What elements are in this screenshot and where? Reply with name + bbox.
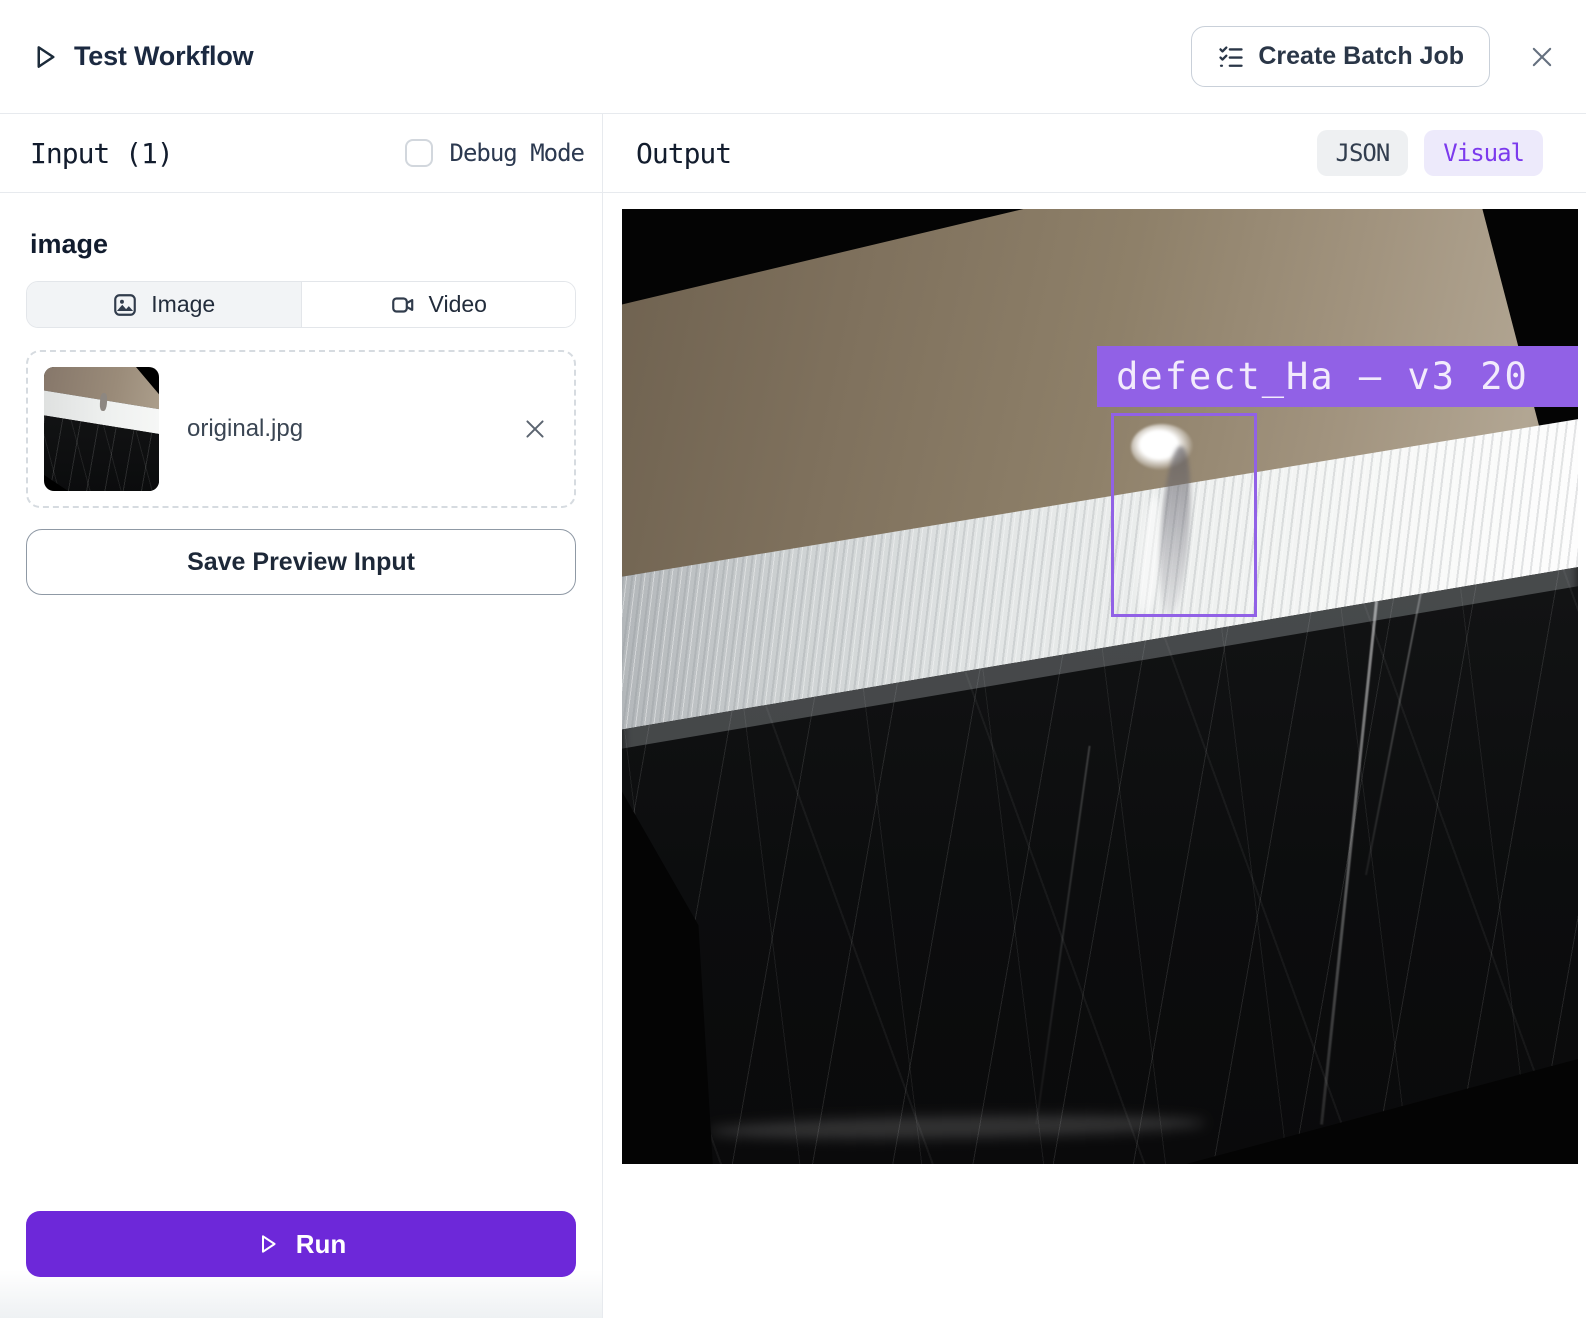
run-button-label: Run [296, 1229, 347, 1260]
input-panel-body: image Image Video [0, 229, 602, 595]
main-split: Input (1) Debug Mode image Image Video [0, 114, 1586, 1318]
run-area: Run [0, 1191, 602, 1318]
list-check-icon [1217, 43, 1245, 71]
tab-video-label: Video [429, 291, 487, 318]
output-panel: Output JSON Visual [603, 114, 1586, 1318]
save-preview-input-button[interactable]: Save Preview Input [26, 529, 576, 595]
debug-mode-label: Debug Mode [450, 139, 585, 167]
header: Test Workflow Create Batch Job [0, 0, 1586, 114]
test-workflow-panel: Test Workflow Create Batch Job Input (1)… [0, 0, 1586, 1318]
run-play-icon [256, 1232, 280, 1256]
toggle-json[interactable]: JSON [1317, 130, 1409, 176]
output-view-toggle: JSON Visual [1317, 130, 1544, 176]
output-panel-header: Output JSON Visual [603, 114, 1586, 193]
tab-image-label: Image [151, 291, 215, 318]
file-name: original.jpg [187, 415, 522, 443]
detection-label: defect_Ha — v3 20 [1097, 346, 1578, 407]
page-title: Test Workflow [74, 41, 253, 72]
tab-image[interactable]: Image [27, 282, 301, 327]
toggle-visual[interactable]: Visual [1424, 130, 1543, 176]
input-image-thumbnail [44, 367, 159, 491]
debug-mode-toggle[interactable]: Debug Mode [405, 139, 585, 167]
scratch-smudge [708, 1112, 1205, 1143]
input-panel: Input (1) Debug Mode image Image Video [0, 114, 603, 1318]
create-batch-job-label: Create Batch Job [1258, 42, 1464, 71]
scratch-line [1035, 746, 1090, 1125]
input-file-card[interactable]: original.jpg [26, 350, 576, 508]
close-icon[interactable] [1528, 43, 1556, 71]
output-visualization-image: defect_Ha — v3 20 [622, 209, 1578, 1164]
video-camera-icon [390, 292, 416, 318]
output-title: Output [636, 137, 731, 170]
remove-file-icon[interactable] [522, 416, 548, 442]
detection-bounding-box [1111, 413, 1256, 616]
picture-icon [112, 292, 138, 318]
output-canvas: defect_Ha — v3 20 [603, 193, 1586, 1318]
input-panel-header: Input (1) Debug Mode [0, 114, 602, 193]
debug-mode-checkbox[interactable] [405, 139, 433, 167]
image-field-label: image [30, 229, 576, 260]
create-batch-job-button[interactable]: Create Batch Job [1191, 26, 1490, 87]
input-title: Input (1) [30, 137, 173, 170]
media-type-tabs: Image Video [26, 281, 576, 328]
run-button[interactable]: Run [26, 1211, 576, 1277]
tab-video[interactable]: Video [301, 282, 576, 327]
play-icon [30, 42, 60, 72]
